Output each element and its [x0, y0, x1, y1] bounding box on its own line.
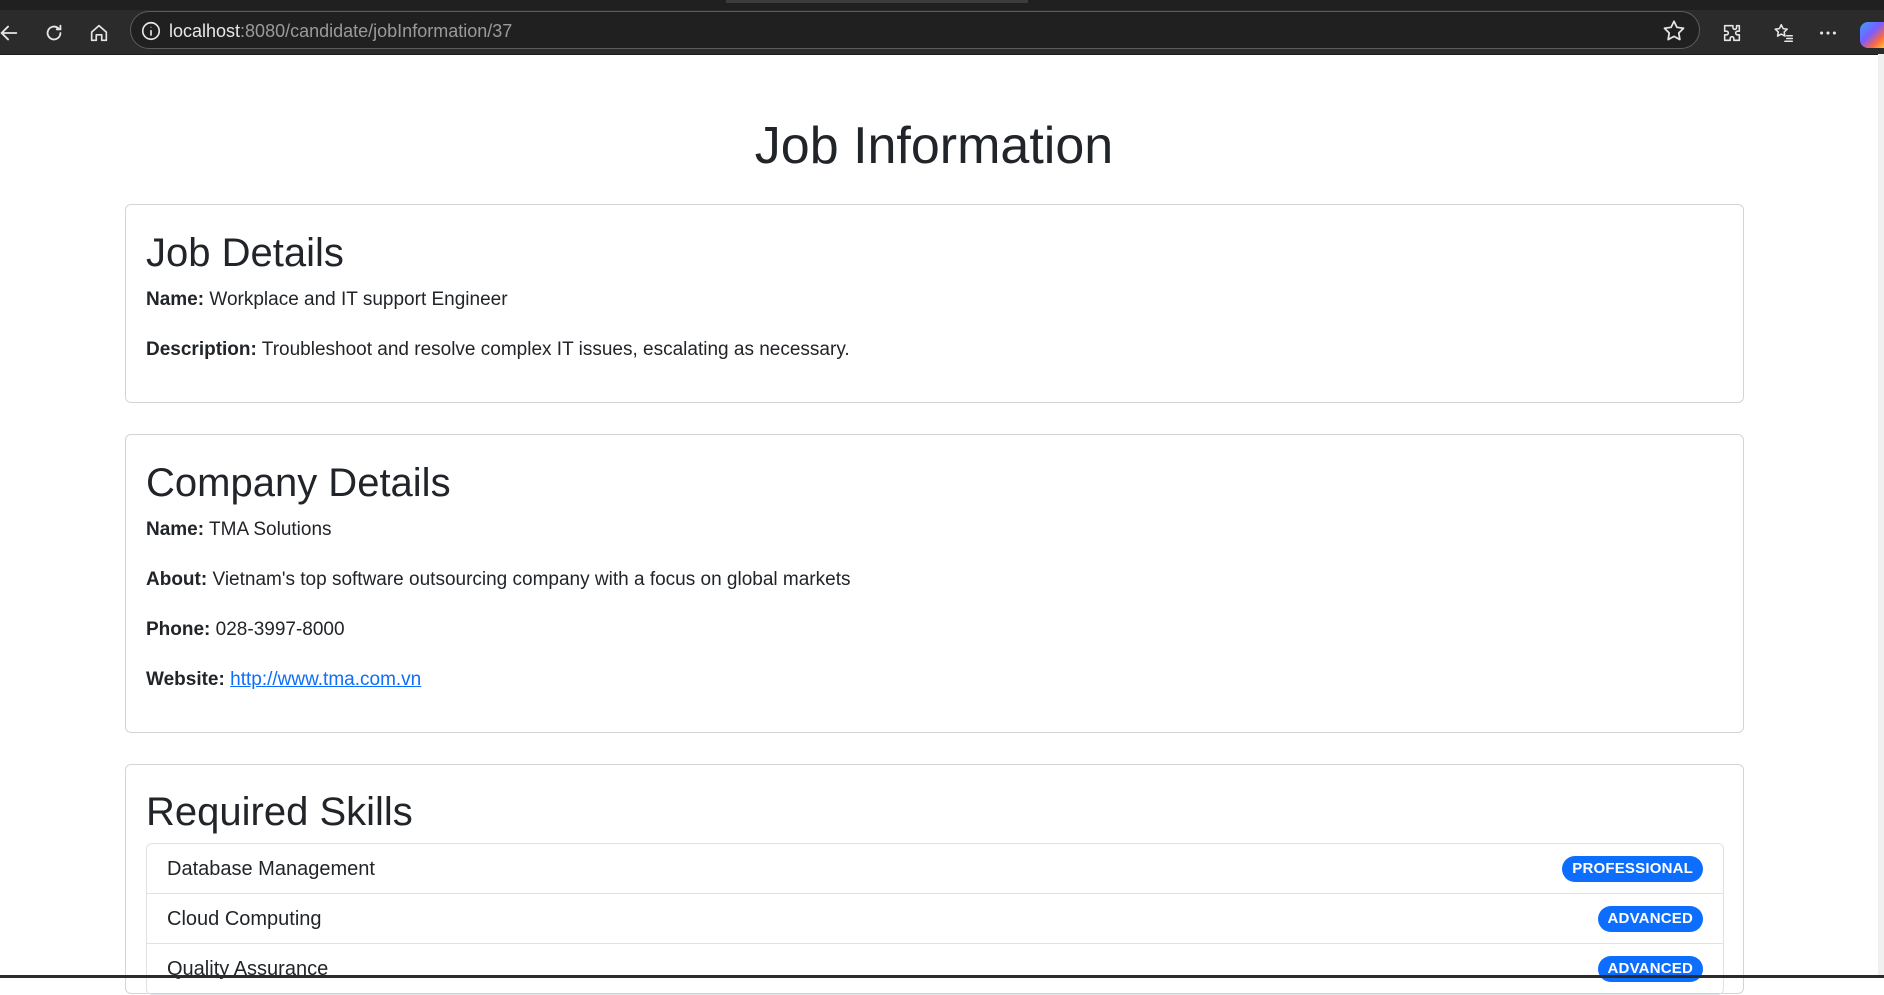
browser-toolbar: localhost:8080/candidate/jobInformation/… [0, 10, 1884, 55]
required-skills-heading: Required Skills [146, 790, 413, 834]
job-description-field: Description: Troubleshoot and resolve co… [146, 337, 850, 363]
page-scrollbar[interactable] [1878, 54, 1884, 978]
copilot-icon[interactable] [1860, 22, 1884, 48]
company-about-value: Vietnam's top software outsourcing compa… [212, 569, 851, 590]
company-website-link[interactable]: http://www.tma.com.vn [230, 669, 421, 690]
skill-level-badge: ADVANCED [1597, 956, 1703, 982]
back-arrow-icon[interactable] [0, 18, 24, 48]
company-phone-label: Phone: [146, 619, 211, 640]
company-name-field: Name: TMA Solutions [146, 517, 332, 543]
skill-list: Database Management PROFESSIONAL Cloud C… [146, 843, 1724, 995]
skill-name: Cloud Computing [167, 908, 322, 930]
job-description-value: Troubleshoot and resolve complex IT issu… [261, 339, 850, 360]
skill-item: Quality Assurance ADVANCED [147, 944, 1723, 994]
address-url[interactable]: localhost:8080/candidate/jobInformation/… [169, 21, 512, 41]
more-dots-icon[interactable] [1813, 18, 1843, 48]
info-icon[interactable] [140, 20, 162, 42]
browser-tab-strip [0, 0, 1884, 10]
page-title: Job Information [754, 117, 1114, 175]
url-host: localhost [169, 21, 241, 41]
company-website-label: Website: [146, 669, 225, 690]
puzzle-icon[interactable] [1717, 18, 1747, 48]
star-icon[interactable] [1661, 18, 1687, 44]
company-about-label: About: [146, 569, 208, 590]
job-name-label: Name: [146, 289, 205, 310]
company-about-field: About: Vietnam's top software outsourcin… [146, 567, 850, 593]
home-icon[interactable] [84, 18, 114, 48]
job-details-card: Job Details Name: Workplace and IT suppo… [125, 204, 1744, 403]
skill-level-badge: PROFESSIONAL [1562, 856, 1703, 882]
skill-item: Database Management PROFESSIONAL [147, 844, 1723, 894]
company-details-heading: Company Details [146, 461, 451, 505]
job-name-value: Workplace and IT support Engineer [209, 289, 508, 310]
company-name-value: TMA Solutions [209, 519, 332, 540]
active-tab-indicator [726, 0, 1028, 3]
company-website-field: Website: http://www.tma.com.vn [146, 667, 421, 693]
job-details-heading: Job Details [146, 231, 344, 275]
url-path: :8080/candidate/jobInformation/37 [240, 21, 513, 41]
company-details-card: Company Details Name: TMA Solutions Abou… [125, 434, 1744, 733]
skill-level-badge: ADVANCED [1597, 906, 1703, 932]
address-bar[interactable]: localhost:8080/candidate/jobInformation/… [130, 11, 1700, 49]
refresh-icon[interactable] [39, 18, 69, 48]
company-name-label: Name: [146, 519, 205, 540]
skill-item: Cloud Computing ADVANCED [147, 894, 1723, 944]
skill-name: Quality Assurance [167, 958, 329, 980]
job-description-label: Description: [146, 339, 257, 360]
company-phone-field: Phone: 028-3997-8000 [146, 617, 345, 643]
required-skills-card: Required Skills Database Management PROF… [125, 764, 1744, 995]
favorites-list-icon[interactable] [1769, 18, 1799, 48]
company-phone-value: 028-3997-8000 [215, 619, 345, 640]
job-name-field: Name: Workplace and IT support Engineer [146, 287, 508, 313]
skill-name: Database Management [167, 858, 375, 880]
